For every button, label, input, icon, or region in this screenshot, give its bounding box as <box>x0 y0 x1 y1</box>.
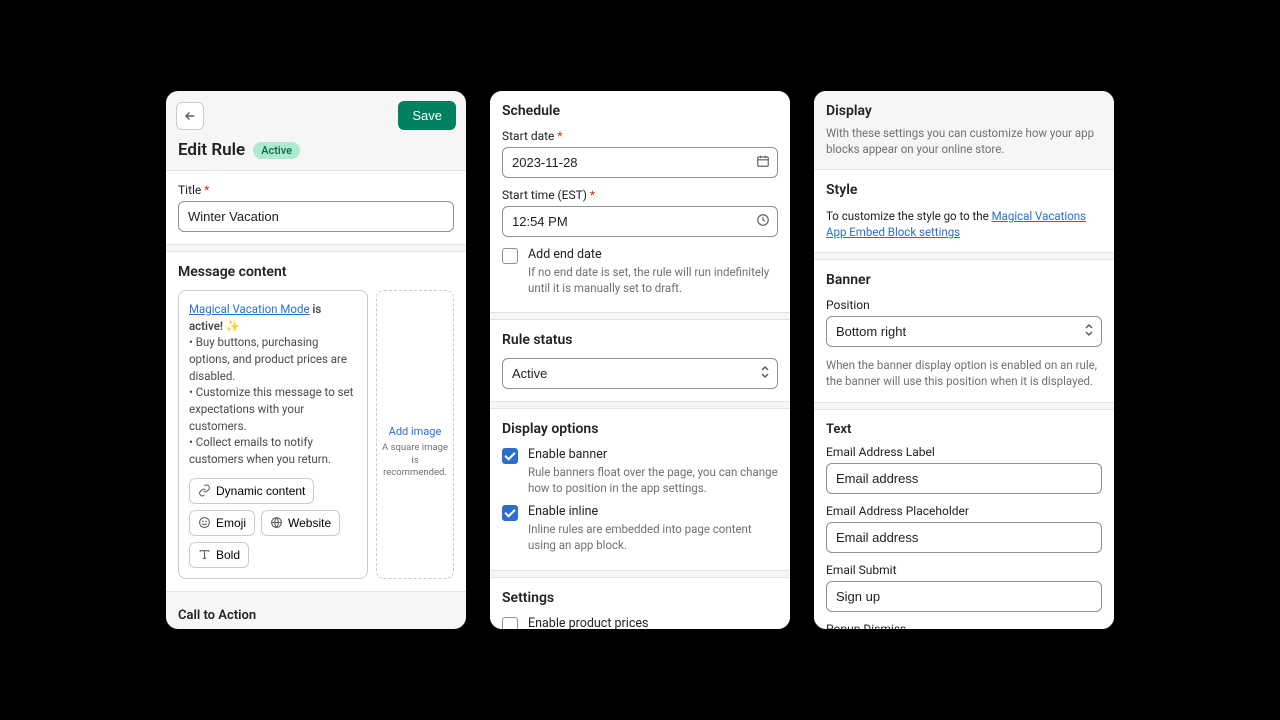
add-end-date-checkbox[interactable] <box>502 248 518 264</box>
title-label: Title * <box>178 183 454 197</box>
clock-icon <box>756 213 770 231</box>
banner-section: Banner Position When the banner display … <box>814 259 1114 402</box>
text-icon <box>198 548 211 561</box>
title-input[interactable] <box>178 201 454 232</box>
email-submit-input[interactable] <box>826 581 1102 612</box>
message-content-section: Message content Magical Vacation Mode is… <box>166 251 466 592</box>
back-button[interactable] <box>176 102 204 130</box>
display-card: Display With these settings you can cust… <box>814 91 1114 629</box>
link-icon <box>198 484 211 497</box>
emoji-icon <box>198 516 211 529</box>
style-section: Style To customize the style go to the M… <box>814 169 1114 253</box>
header-row: Save <box>166 91 466 134</box>
display-hint: With these settings you can customize ho… <box>826 125 1102 157</box>
schedule-card: Schedule Start date * Start time (EST) * <box>490 91 790 629</box>
title-section: Title * <box>166 170 466 245</box>
schedule-section: Schedule Start date * Start time (EST) * <box>490 91 790 313</box>
dynamic-content-chip[interactable]: Dynamic content <box>189 478 314 504</box>
message-preview[interactable]: Magical Vacation Mode is active! ✨ • Buy… <box>178 290 368 579</box>
style-heading: Style <box>826 182 1102 198</box>
message-bullet: • Customize this message to set expectat… <box>189 384 357 434</box>
position-hint: When the banner display option is enable… <box>826 357 1102 389</box>
settings-section: Settings Enable product prices Displays … <box>490 577 790 629</box>
emoji-chip[interactable]: Emoji <box>189 510 255 536</box>
save-button[interactable]: Save <box>398 101 456 130</box>
style-prefix: To customize the style go to the <box>826 209 992 223</box>
enable-inline-hint: Inline rules are embedded into page cont… <box>528 521 778 553</box>
text-section: Text Email Address Label Email Address P… <box>814 409 1114 629</box>
text-heading: Text <box>826 422 1102 437</box>
globe-icon <box>270 516 283 529</box>
edit-rule-card: Save Edit Rule Active Title * Message co… <box>166 91 466 629</box>
start-date-input[interactable] <box>502 147 778 178</box>
start-date-label: Start date * <box>502 129 778 143</box>
rule-status-select[interactable] <box>502 358 778 389</box>
cta-heading: Call to Action <box>178 608 454 623</box>
add-end-date-label: Add end date <box>528 247 778 262</box>
banner-heading: Banner <box>826 272 1102 288</box>
add-image-hint: A square image is recommended. <box>381 442 449 479</box>
email-label-label: Email Address Label <box>826 445 1102 459</box>
calendar-icon <box>756 154 770 172</box>
enable-banner-hint: Rule banners float over the page, you ca… <box>528 464 778 496</box>
email-submit-label: Email Submit <box>826 563 1102 577</box>
display-heading: Display <box>826 103 1102 119</box>
title-row: Edit Rule Active <box>166 134 466 170</box>
add-image-label: Add image <box>389 425 442 438</box>
start-time-input[interactable] <box>502 206 778 237</box>
bold-chip[interactable]: Bold <box>189 542 249 568</box>
enable-inline-checkbox[interactable] <box>502 505 518 521</box>
arrow-left-icon <box>183 109 197 123</box>
popup-dismiss-label: Popup Dismiss <box>826 622 1102 629</box>
page-title: Edit Rule <box>178 140 245 160</box>
vacation-mode-link[interactable]: Magical Vacation Mode <box>189 302 310 316</box>
enable-prices-label: Enable product prices <box>528 616 778 629</box>
message-content-heading: Message content <box>178 264 454 280</box>
rule-status-heading: Rule status <box>502 332 778 348</box>
email-placeholder-input[interactable] <box>826 522 1102 553</box>
enable-banner-checkbox[interactable] <box>502 448 518 464</box>
position-select[interactable] <box>826 316 1102 347</box>
email-label-input[interactable] <box>826 463 1102 494</box>
website-chip[interactable]: Website <box>261 510 340 536</box>
message-bullet: • Buy buttons, purchasing options, and p… <box>189 334 357 384</box>
add-image-dropzone[interactable]: Add image A square image is recommended. <box>376 290 454 579</box>
enable-inline-label: Enable inline <box>528 504 778 519</box>
position-label: Position <box>826 298 1102 312</box>
status-badge: Active <box>253 142 300 159</box>
display-options-heading: Display options <box>502 421 778 437</box>
settings-heading: Settings <box>502 590 778 606</box>
display-options-section: Display options Enable banner Rule banne… <box>490 408 790 570</box>
schedule-heading: Schedule <box>502 103 778 119</box>
enable-banner-label: Enable banner <box>528 447 778 462</box>
cta-section: Call to Action Name Link <box>166 598 466 629</box>
rule-status-section: Rule status <box>490 319 790 402</box>
start-time-label: Start time (EST) * <box>502 188 778 202</box>
message-bullet: • Collect emails to notify customers whe… <box>189 434 357 467</box>
enable-prices-checkbox[interactable] <box>502 617 518 629</box>
email-placeholder-label: Email Address Placeholder <box>826 504 1102 518</box>
add-end-date-hint: If no end date is set, the rule will run… <box>528 264 778 296</box>
display-header: Display With these settings you can cust… <box>814 91 1114 169</box>
